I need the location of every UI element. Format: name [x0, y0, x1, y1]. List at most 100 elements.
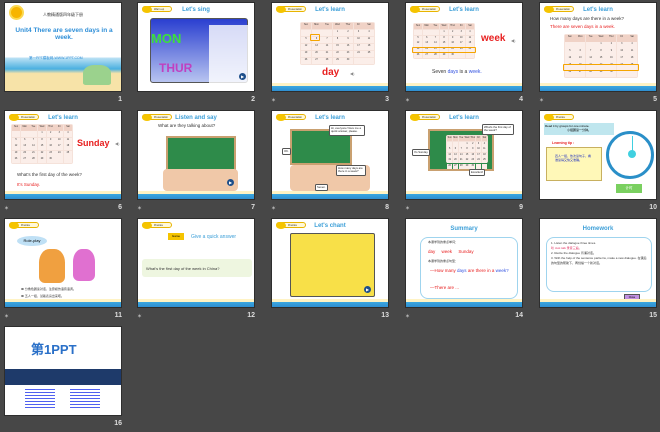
- sentence-part: —How many: [430, 268, 456, 273]
- calendar-day: 24: [475, 158, 482, 163]
- calendar-day: 11: [481, 147, 487, 152]
- wave-decoration: [138, 299, 254, 307]
- calendar: Sun Mon Tue Wed Thur Fri Sat 1 2 3 4 5 6 7 8 9 10 11 12 13 1…: [564, 34, 638, 78]
- slide-thumbnail-4[interactable]: Presentation Let's learn Sun Mon Tue Wed Thu…: [405, 2, 527, 106]
- calendar: Sun Mon Tue Wed Thur Fri Sat 1 2 3 4 5 6 7 8 9 10 11 12 13 1…: [413, 23, 475, 59]
- question-text: How many days are there in a week?: [550, 16, 625, 21]
- play-icon[interactable]: ▶: [364, 286, 371, 293]
- slide-thumbnail-8[interactable]: Presentation Let's learn Hi, everyone! G…: [271, 110, 393, 214]
- transition-icon[interactable]: ✶: [137, 205, 142, 212]
- transition-icon[interactable]: ✶: [4, 313, 9, 320]
- sentence-part: is a: [459, 69, 468, 75]
- calendar-day: 1: [596, 42, 606, 49]
- calendar-header: Mon: [575, 35, 586, 42]
- calendar-day: 4: [465, 29, 474, 35]
- calendar-day: 22: [332, 50, 343, 58]
- speech-bubble: How many days are there in a week?: [336, 165, 366, 176]
- transition-icon[interactable]: ✶: [137, 313, 142, 320]
- transition-icon[interactable]: ✶: [405, 313, 410, 320]
- slide-thumbnail-14[interactable]: Summary 本课学到的重点单词： day week Sunday 本课学到的…: [405, 218, 527, 322]
- transition-icon[interactable]: ✶: [405, 97, 410, 104]
- slide-thumbnail-3[interactable]: Presentation Let's learn Sun Mon Tue Wed Thu…: [271, 2, 393, 106]
- slide-thumbnail-5[interactable]: Presentation Let's learn How many days a…: [539, 2, 660, 106]
- calendar: Sun Mon Tue Wed Thur Fri Sat 1 2 3 4 5 6 7 8 9 10 11 12 13 1…: [11, 124, 73, 164]
- sentence-part: days: [457, 268, 467, 273]
- calendar-header: Sat: [63, 125, 72, 131]
- calendar-day: 18: [481, 152, 487, 158]
- calendar-day: 13: [311, 43, 322, 51]
- video-frame[interactable]: ▶: [290, 233, 375, 297]
- calendar-day: 28: [29, 157, 38, 163]
- timer-button[interactable]: 计时: [616, 184, 642, 193]
- slide-number: 1: [118, 96, 122, 103]
- slide-thumbnail-7[interactable]: Presentation Listen and say What are the…: [137, 110, 259, 214]
- wave-decoration: [5, 191, 121, 199]
- calendar-day: 4: [63, 131, 72, 138]
- calendar-day: 15: [332, 43, 343, 51]
- calendar-day: 11: [627, 49, 637, 56]
- calendar-day: 2: [606, 42, 617, 49]
- calendar: Sun Mon Tue Wed Thur Fri Sat 1 2 3 4 5 6 7 8 9 10 11 12 13 1…: [300, 22, 375, 65]
- slide-thumbnail-2[interactable]: Warm-up Let's sing MON THUR ▶ 2: [137, 2, 259, 106]
- slide-thumbnail-12[interactable]: Practice Game Give a quick answer What's…: [137, 218, 259, 322]
- calendar-day: 8: [37, 137, 47, 144]
- calendar-day: 6: [422, 35, 431, 41]
- calendar-day: 3: [475, 141, 482, 147]
- calendar-day: 23: [46, 150, 55, 157]
- play-icon[interactable]: ▶: [227, 179, 234, 186]
- calendar-day: 15: [439, 41, 449, 47]
- transition-icon[interactable]: ✶: [4, 205, 9, 212]
- slide-thumbnail-6[interactable]: Presentation Let's learn Sun Mon Tue Wed Thu…: [4, 110, 126, 214]
- calendar-day: 23: [470, 158, 476, 163]
- video-frame[interactable]: MON THUR ▶: [150, 18, 249, 83]
- slide-number: 2: [251, 96, 255, 103]
- calendar-header: Sun: [12, 125, 21, 131]
- slide-title: Homework: [582, 226, 614, 232]
- calendar-day: 9: [46, 137, 55, 144]
- slide-thumbnail-16[interactable]: 第1PPT 16: [4, 326, 126, 430]
- calendar-day: [565, 42, 575, 49]
- speaker-icon[interactable]: ◀): [511, 38, 515, 43]
- calendar-day: 9: [343, 36, 353, 44]
- calendar-day: 4: [364, 29, 374, 37]
- calendar-header: Mon: [452, 136, 459, 141]
- calendar-day: 5: [12, 137, 21, 144]
- calendar-day: 13: [20, 144, 29, 151]
- calendar-day: 11: [465, 35, 474, 41]
- slide-title: Let's learn: [449, 115, 479, 121]
- speaker-icon[interactable]: ◀): [350, 71, 354, 76]
- calendar-day: 15: [464, 152, 470, 158]
- highlight-box: [310, 34, 320, 41]
- slide-thumbnail-10[interactable]: Practice Read it by groups for one minut…: [539, 110, 660, 214]
- slide-thumbnail-9[interactable]: Presentation Let's learn Sun Mon Tue Wed Thu…: [405, 110, 527, 214]
- sentence-part: —There are ...: [430, 285, 460, 290]
- island-image: [83, 65, 111, 85]
- slide-thumbnail-13[interactable]: Practice Let's chant ▶ 13: [271, 218, 393, 322]
- slide-number: 7: [251, 204, 255, 211]
- slide-thumbnail-11[interactable]: Practice Role-play ➡ 分角色朗读对话，注意模仿语音语调。 ➡…: [4, 218, 126, 322]
- speech-bubble: What's the first day of the week?: [482, 124, 514, 135]
- calendar-day: 18: [465, 41, 474, 47]
- calendar-day: [414, 29, 423, 35]
- transition-icon[interactable]: ✶: [405, 205, 410, 212]
- speaker-icon[interactable]: ◀): [115, 141, 119, 146]
- vocab-word: Sunday: [77, 138, 110, 148]
- play-icon[interactable]: ▶: [239, 73, 246, 80]
- calendar-day: 22: [464, 158, 470, 163]
- calendar-day: 16: [470, 152, 476, 158]
- vocab-word: day: [322, 67, 340, 78]
- calendar-day: 21: [29, 150, 38, 157]
- calendar-header: Sun: [447, 136, 453, 141]
- slide-thumbnail-15[interactable]: Homework 1. Listen the dialogue three ti…: [539, 218, 660, 322]
- calendar-day: 2: [470, 141, 476, 147]
- slide-thumbnail-1[interactable]: 人教精通版四年级下册 Unit4 There are seven days in…: [4, 2, 126, 106]
- calendar-day: 17: [457, 41, 466, 47]
- transition-icon[interactable]: ✶: [271, 97, 276, 104]
- transition-icon[interactable]: ✶: [271, 205, 276, 212]
- calendar-day: 13: [422, 41, 431, 47]
- transition-icon[interactable]: ✶: [539, 97, 544, 104]
- calendar-day: 12: [565, 56, 575, 63]
- calendar-header: Mon: [422, 24, 431, 30]
- question-text: What's the first day of the week?: [17, 172, 82, 177]
- calendar-day: 15: [37, 144, 47, 151]
